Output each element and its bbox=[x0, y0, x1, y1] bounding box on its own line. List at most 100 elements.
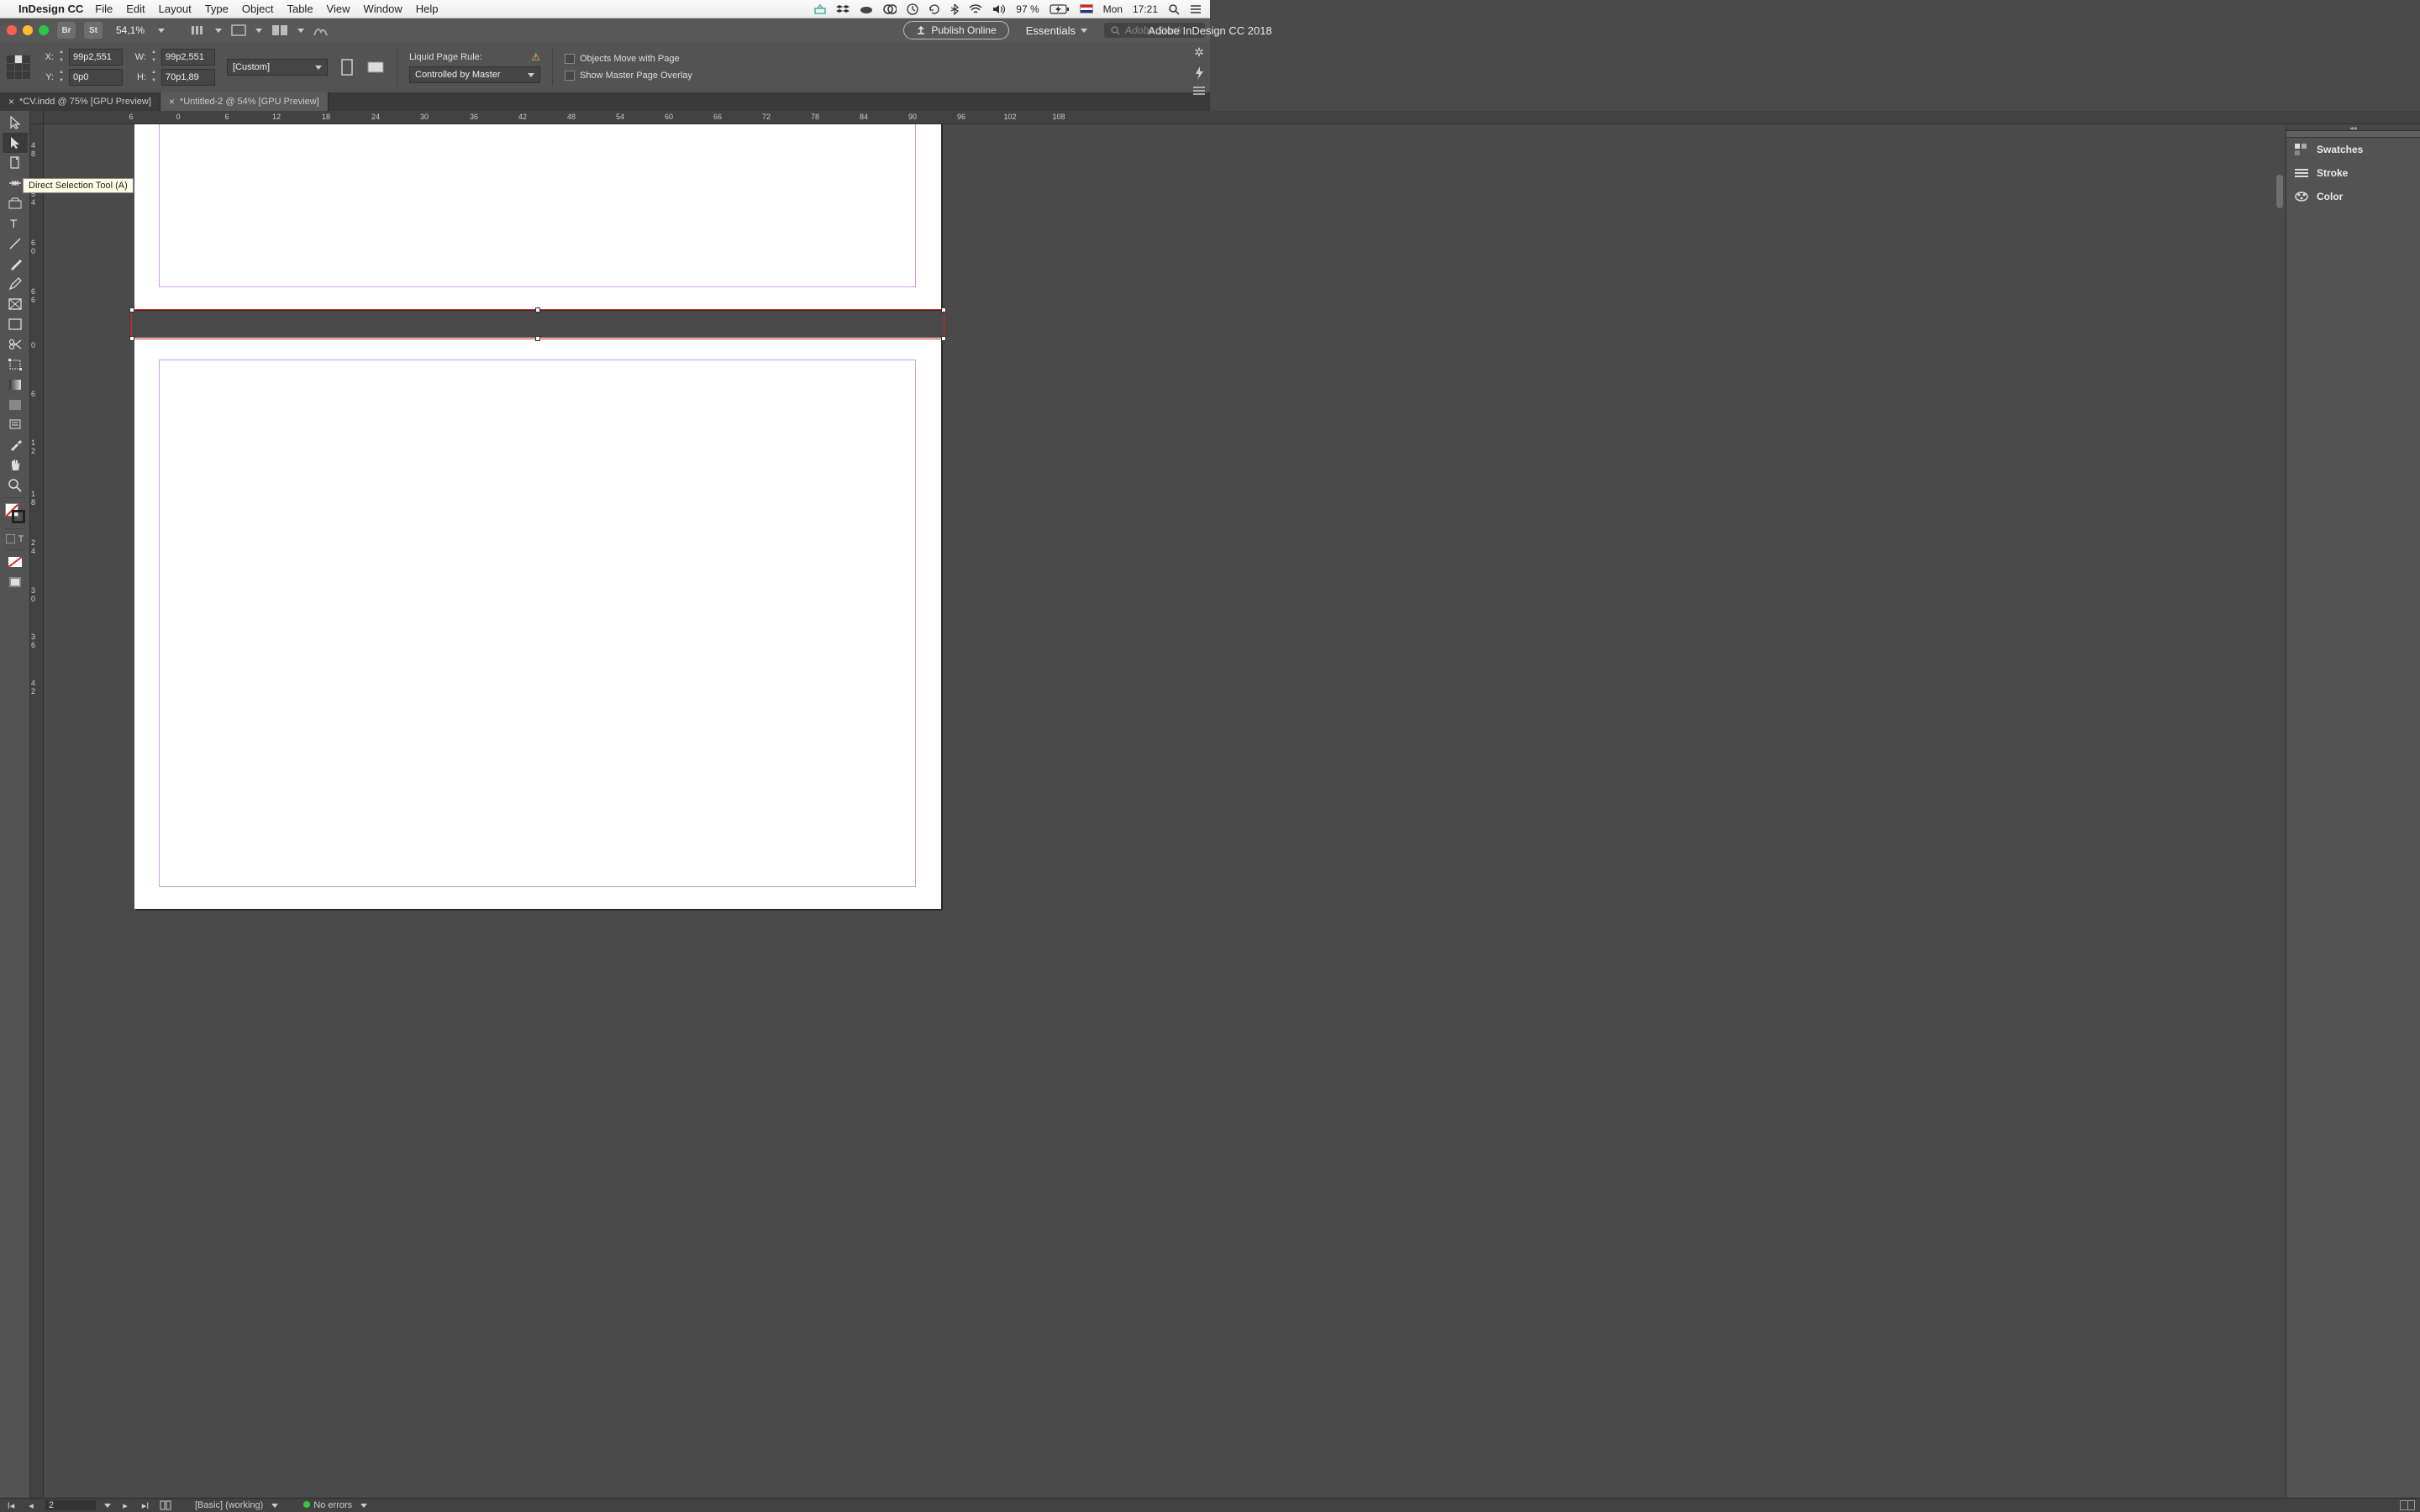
w-field[interactable]: 99p2,551 bbox=[161, 49, 215, 66]
input-flag-icon[interactable] bbox=[1080, 4, 1093, 13]
volume-icon[interactable] bbox=[992, 4, 1006, 14]
wifi-icon[interactable] bbox=[969, 4, 982, 14]
selection-handle[interactable] bbox=[535, 307, 540, 312]
line-tool[interactable] bbox=[3, 234, 28, 254]
document-canvas[interactable] bbox=[44, 124, 2274, 1498]
rectangle-frame-tool[interactable] bbox=[3, 294, 28, 314]
content-collector-tool[interactable] bbox=[3, 193, 28, 213]
x-field[interactable]: 99p2,551 bbox=[69, 49, 123, 66]
spread-view-icon[interactable] bbox=[2400, 1500, 2415, 1510]
arrange-documents-icon[interactable] bbox=[271, 24, 289, 37]
menu-edit[interactable]: Edit bbox=[126, 3, 145, 15]
workspace-switcher[interactable]: Essentials bbox=[1018, 24, 1096, 37]
selection-handle[interactable] bbox=[535, 336, 540, 341]
chevron-down-icon[interactable] bbox=[360, 1504, 367, 1508]
panel-color[interactable]: Color bbox=[2286, 185, 2420, 208]
y-stepper[interactable]: ▲▼ bbox=[57, 69, 66, 86]
close-tab-icon[interactable]: × bbox=[8, 96, 14, 108]
chevron-down-icon[interactable] bbox=[255, 29, 262, 33]
prev-page-button[interactable]: ◂ bbox=[25, 1500, 37, 1511]
preflight-status[interactable]: No errors bbox=[303, 1500, 352, 1510]
menubar-sync-icon[interactable] bbox=[929, 3, 940, 15]
open-pages-panel-icon[interactable] bbox=[160, 1500, 171, 1510]
selection-bounding-box[interactable] bbox=[131, 309, 944, 339]
page-size-preset-dropdown[interactable]: [Custom] bbox=[227, 59, 328, 76]
gpu-perf-icon[interactable] bbox=[313, 24, 328, 37]
liquid-page-rule-dropdown[interactable]: Controlled by Master bbox=[409, 66, 540, 83]
gradient-feather-tool[interactable] bbox=[3, 395, 28, 415]
selection-tool[interactable] bbox=[3, 113, 28, 133]
selection-handle[interactable] bbox=[941, 336, 946, 341]
h-stepper[interactable]: ▲▼ bbox=[150, 69, 158, 86]
close-tab-icon[interactable]: × bbox=[169, 96, 175, 108]
vertical-ruler[interactable]: 4854606606121824303642 bbox=[30, 124, 44, 1498]
zoom-tool[interactable] bbox=[3, 475, 28, 496]
reference-point-grid[interactable] bbox=[7, 55, 30, 79]
view-mode-toggle[interactable] bbox=[3, 572, 28, 592]
stock-button[interactable]: St bbox=[84, 22, 103, 39]
document-tab[interactable]: × *CV.indd @ 75% [GPU Preview] bbox=[0, 92, 160, 111]
pen-tool[interactable] bbox=[3, 254, 28, 274]
notification-center-icon[interactable] bbox=[1190, 4, 1202, 14]
bridge-button[interactable]: Br bbox=[57, 22, 76, 39]
orientation-portrait-icon[interactable] bbox=[339, 58, 355, 76]
menubar-clock-icon[interactable] bbox=[907, 3, 918, 15]
creative-cloud-icon[interactable] bbox=[883, 3, 897, 15]
objects-move-checkbox[interactable]: Objects Move with Page bbox=[565, 54, 692, 64]
selection-handle[interactable] bbox=[941, 307, 946, 312]
first-page-button[interactable]: I◂ bbox=[5, 1500, 17, 1511]
eyedropper-tool[interactable] bbox=[3, 435, 28, 455]
menu-layout[interactable]: Layout bbox=[159, 3, 192, 15]
zoom-level-field[interactable]: 54,1% bbox=[111, 24, 150, 36]
window-minimize-button[interactable] bbox=[23, 25, 33, 35]
menubar-day[interactable]: Mon bbox=[1103, 3, 1123, 15]
x-stepper[interactable]: ▲▼ bbox=[57, 49, 66, 66]
selection-handle[interactable] bbox=[129, 336, 134, 341]
page-number-field[interactable]: 2 bbox=[45, 1500, 96, 1510]
quick-apply-icon[interactable] bbox=[1194, 66, 1204, 80]
hand-tool[interactable] bbox=[3, 455, 28, 475]
last-page-button[interactable]: ▸I bbox=[139, 1500, 151, 1511]
spotlight-icon[interactable] bbox=[1168, 3, 1180, 15]
vertical-scrollbar[interactable] bbox=[2274, 124, 2286, 1498]
menu-type[interactable]: Type bbox=[205, 3, 229, 15]
window-close-button[interactable] bbox=[7, 25, 17, 35]
menubar-extra-icon[interactable] bbox=[814, 4, 826, 14]
bluetooth-icon[interactable] bbox=[950, 3, 959, 15]
fill-stroke-swap[interactable] bbox=[5, 503, 25, 523]
default-fill-stroke-icon[interactable] bbox=[3, 552, 28, 572]
page-dropdown-icon[interactable] bbox=[104, 1504, 111, 1508]
horizontal-ruler[interactable]: 606121824303642485460667278849096102108 bbox=[44, 111, 2420, 124]
pencil-tool[interactable] bbox=[3, 274, 28, 294]
y-field[interactable]: 0p0 bbox=[69, 69, 123, 86]
rectangle-tool[interactable] bbox=[3, 314, 28, 334]
selection-handle[interactable] bbox=[129, 307, 134, 312]
document-tab[interactable]: × *Untitled-2 @ 54% [GPU Preview] bbox=[160, 92, 329, 111]
gradient-swatch-tool[interactable] bbox=[3, 375, 28, 395]
menu-table[interactable]: Table bbox=[287, 3, 313, 15]
type-tool[interactable]: T bbox=[3, 213, 28, 234]
preflight-profile[interactable]: [Basic] (working) bbox=[195, 1500, 263, 1510]
control-menu-icon[interactable] bbox=[1193, 87, 1205, 95]
menu-object[interactable]: Object bbox=[242, 3, 274, 15]
page-tool[interactable] bbox=[3, 153, 28, 173]
apply-container-icon[interactable] bbox=[6, 534, 15, 544]
chevron-down-icon[interactable] bbox=[271, 1504, 278, 1508]
publish-online-button[interactable]: Publish Online bbox=[903, 21, 1008, 39]
menu-help[interactable]: Help bbox=[416, 3, 439, 15]
master-overlay-checkbox[interactable]: Show Master Page Overlay bbox=[565, 71, 692, 81]
menubar-time[interactable]: 17:21 bbox=[1133, 3, 1158, 15]
menu-window[interactable]: Window bbox=[364, 3, 402, 15]
view-options-icon[interactable] bbox=[190, 24, 207, 37]
h-field[interactable]: 70p1,89 bbox=[161, 69, 215, 86]
menubar-cloud-icon[interactable] bbox=[860, 4, 873, 14]
scissors-tool[interactable] bbox=[3, 334, 28, 354]
window-zoom-button[interactable] bbox=[39, 25, 49, 35]
zoom-dropdown-icon[interactable] bbox=[158, 29, 165, 33]
next-page-button[interactable]: ▸ bbox=[119, 1500, 131, 1511]
ruler-origin[interactable] bbox=[30, 111, 44, 124]
dropbox-icon[interactable] bbox=[836, 3, 850, 15]
direct-selection-tool[interactable] bbox=[3, 133, 28, 153]
orientation-landscape-icon[interactable] bbox=[366, 60, 385, 75]
apply-text-icon[interactable]: T bbox=[18, 534, 24, 544]
